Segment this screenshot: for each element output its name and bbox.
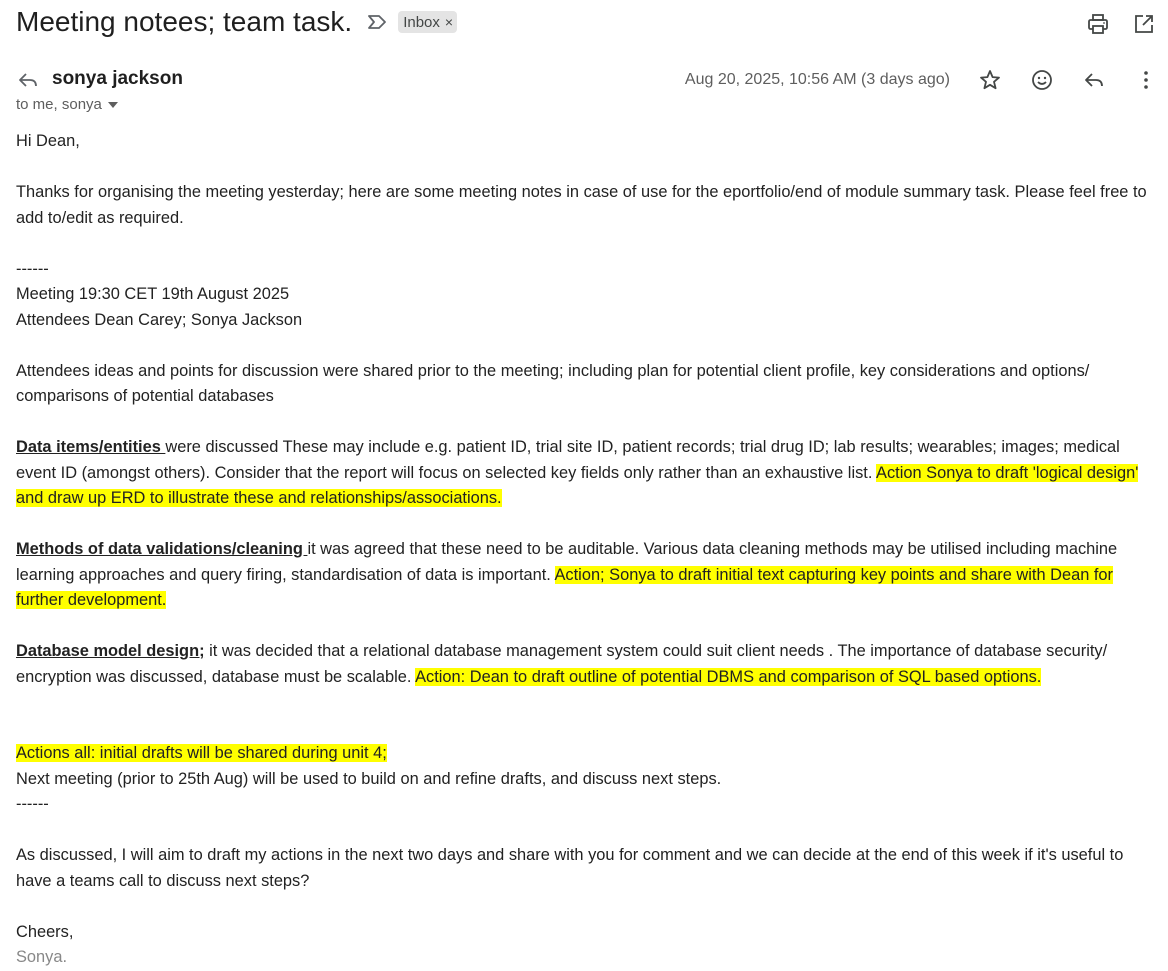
sender-name[interactable]: sonya jackson	[52, 68, 183, 90]
recipients-line[interactable]: to me, sonya	[16, 96, 118, 113]
email-date: Aug 20, 2025, 10:56 AM (3 days ago)	[684, 71, 950, 88]
email-body: Hi Dean, Thanks for organising the meeti…	[16, 129, 1161, 971]
print-icon[interactable]	[1082, 8, 1114, 40]
star-icon[interactable]	[974, 64, 1006, 96]
intro-paragraph: Thanks for organising the meeting yester…	[16, 183, 1147, 227]
email-subject: Meeting notees; team task.	[16, 6, 353, 37]
section-data-items: Data items/entities were discussed These…	[16, 435, 1161, 512]
signature: Sonya.	[16, 948, 68, 966]
reply-arrow-icon	[16, 68, 40, 92]
recipients-text: to me, sonya	[16, 96, 102, 113]
closing-paragraph: As discussed, I will aim to draft my act…	[16, 846, 1124, 890]
next-meeting-line: Next meeting (prior to 25th Aug) will be…	[16, 769, 722, 788]
more-vert-icon[interactable]	[1130, 64, 1162, 96]
subject-row: Meeting notees; team task. Inbox ×	[16, 2, 1168, 42]
show-details-caret-icon[interactable]	[107, 101, 118, 108]
message-actions	[974, 64, 1162, 96]
attendees-line: Attendees Dean Carey; Sonya Jackson	[16, 310, 303, 329]
open-in-new-window-icon[interactable]	[1128, 8, 1160, 40]
inbox-label-chip: Inbox ×	[398, 11, 458, 33]
prior-ideas-paragraph: Attendees ideas and points for discussio…	[16, 361, 1090, 406]
section-heading: Database model design;	[16, 642, 205, 660]
separator-line: ------	[16, 795, 49, 813]
greeting: Hi Dean,	[16, 132, 80, 150]
section-validation: Methods of data validations/cleaning it …	[16, 537, 1161, 614]
section-heading: Methods of data validations/cleaning	[16, 540, 308, 558]
important-marker-icon[interactable]	[366, 11, 388, 33]
emoji-react-icon[interactable]	[1026, 64, 1058, 96]
inbox-label-text: Inbox	[403, 13, 440, 31]
section-database-model: Database model design; it was decided th…	[16, 639, 1161, 690]
action-highlight: Action: Dean to draft outline of potenti…	[415, 667, 1042, 686]
email-view: Meeting notees; team task. Inbox × sonya…	[0, 0, 1168, 971]
section-heading: Data items/entities	[16, 438, 166, 456]
top-actions	[1082, 8, 1160, 40]
separator-line: ------	[16, 259, 49, 278]
remove-label-icon[interactable]: ×	[445, 14, 453, 30]
reply-icon[interactable]	[1078, 64, 1110, 96]
actions-all-highlight: Actions all: initial drafts will be shar…	[16, 744, 387, 762]
meeting-line: Meeting 19:30 CET 19th August 2025	[16, 285, 290, 303]
actions-all-line: Actions all: initial drafts will be shar…	[16, 741, 1161, 767]
cheers-line: Cheers,	[16, 922, 74, 941]
